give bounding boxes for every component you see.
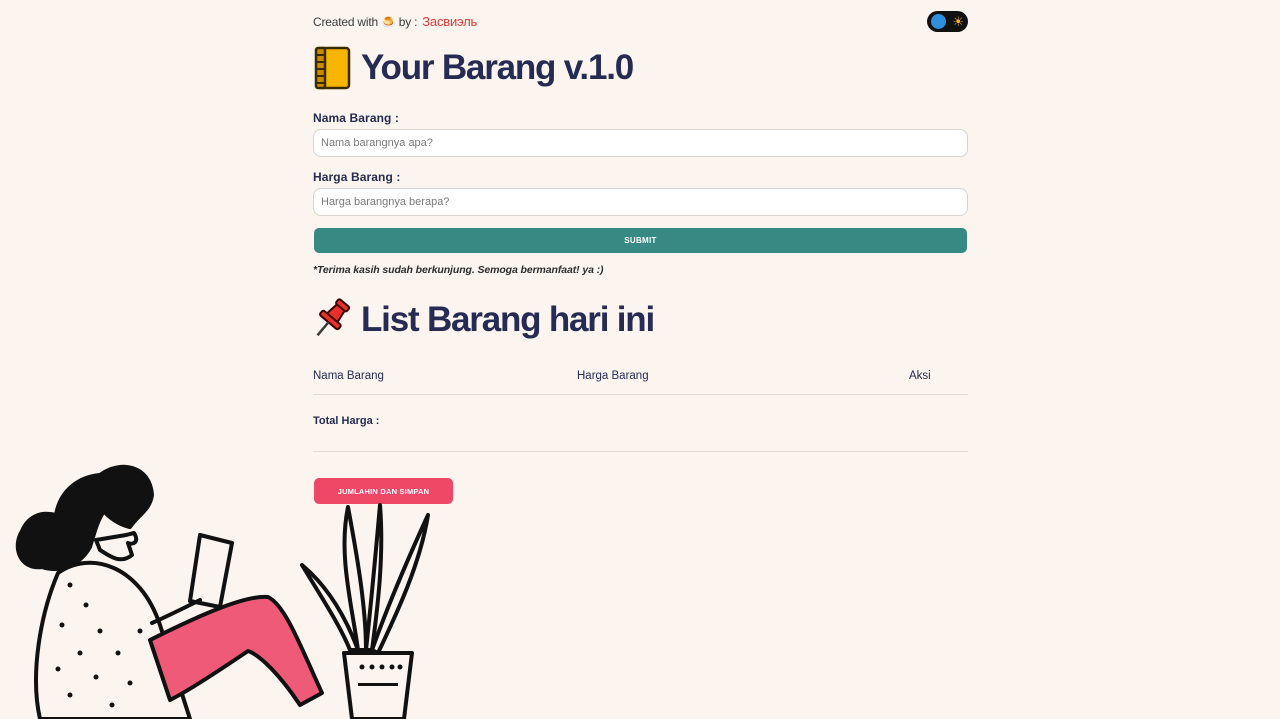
theme-toggle[interactable]: ☀ [927, 11, 968, 32]
total-row: Total Harga : [313, 394, 968, 452]
page-title-text: Your Barang v.1.0 [361, 48, 634, 87]
price-label: Harga Barang : [313, 170, 401, 184]
name-input[interactable] [313, 129, 968, 157]
credit-author[interactable]: Засвиэль [422, 14, 477, 29]
list-title: List Barang hari ini [313, 298, 655, 342]
price-input[interactable] [313, 188, 968, 216]
name-label: Nama Barang : [313, 111, 399, 125]
credit-prefix: Created with [313, 14, 378, 29]
column-header-name: Nama Barang [313, 370, 384, 382]
credit-line: Created with 🍮 by : Засвиэль [313, 14, 477, 29]
pushpin-icon [313, 298, 353, 342]
page-title: Your Barang v.1.0 [313, 46, 634, 90]
pudding-icon: 🍮 [380, 14, 396, 29]
thank-you-note: *Terima kasih sudah berkunjung. Semoga b… [313, 264, 604, 276]
total-label: Total Harga : [313, 415, 380, 427]
toggle-knob [931, 14, 946, 29]
list-title-text: List Barang hari ini [361, 300, 655, 339]
column-header-price: Harga Barang [577, 370, 649, 382]
sun-icon: ☀ [952, 14, 964, 29]
woman-illustration [15, 464, 324, 719]
credit-by: by : [398, 14, 418, 29]
reading-woman-illustration [15, 464, 430, 719]
table-header: Nama Barang Harga Barang Aksi [313, 370, 968, 395]
column-header-action: Aksi [909, 370, 931, 382]
submit-button[interactable]: SUBMIT [314, 228, 967, 253]
notebook-icon [313, 46, 353, 90]
